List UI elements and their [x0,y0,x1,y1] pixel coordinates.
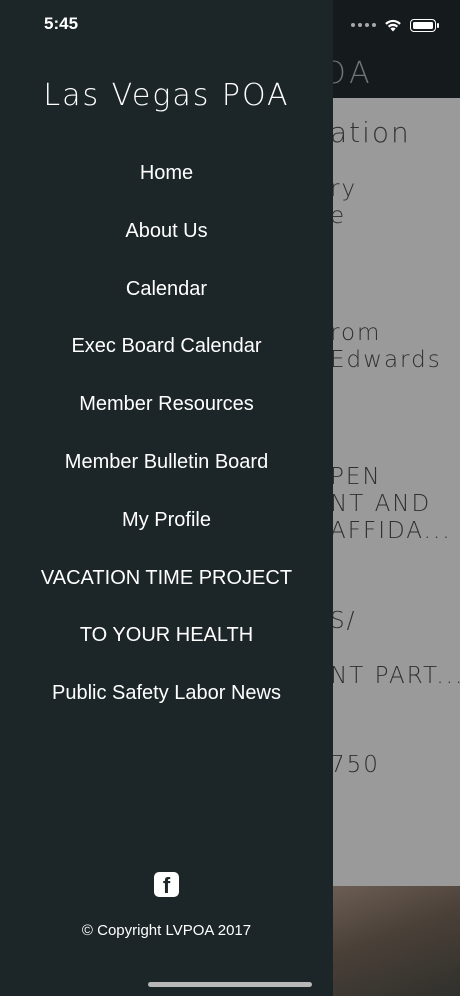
background-text: rom [330,320,382,346]
copyright-text: © Copyright LVPOA 2017 [81,922,252,939]
background-text: Edwards [330,347,442,373]
status-time: 5:45 [44,14,79,33]
facebook-icon[interactable] [154,872,179,899]
background-text: 750 [330,752,380,778]
menu-item-home[interactable]: Home [0,150,333,208]
battery-icon [410,18,439,32]
background-text: NT AND [330,491,432,517]
background-text: NT PART... [330,663,460,689]
background-text: PEN [330,464,382,490]
drawer-menu: Home About Us Calendar Exec Board Calend… [0,150,333,728]
menu-item-member-bulletin-board[interactable]: Member Bulletin Board [0,439,333,497]
menu-item-public-safety-labor-news[interactable]: Public Safety Labor News [0,670,333,728]
background-text: S/ [330,608,357,634]
menu-item-calendar[interactable]: Calendar [0,266,333,324]
background-text: AFFIDA... [330,518,452,544]
navigation-drawer: Las Vegas POA Home About Us Calendar Exe… [0,0,333,996]
background-text: ation [330,116,411,149]
home-indicator[interactable] [148,982,312,987]
background-text: ry [330,176,358,202]
drawer-title: Las Vegas POA [43,78,290,113]
menu-item-my-profile[interactable]: My Profile [0,497,333,555]
menu-item-exec-board-calendar[interactable]: Exec Board Calendar [0,323,333,381]
status-icons [351,15,439,35]
wifi-icon [385,19,401,32]
menu-item-about-us[interactable]: About Us [0,208,333,266]
menu-item-to-your-health[interactable]: TO YOUR HEALTH [0,612,333,670]
menu-item-member-resources[interactable]: Member Resources [0,381,333,439]
cellular-signal-icon [351,23,376,27]
menu-item-vacation-time-project[interactable]: VACATION TIME PROJECT [0,555,333,613]
background-photo [330,886,460,996]
